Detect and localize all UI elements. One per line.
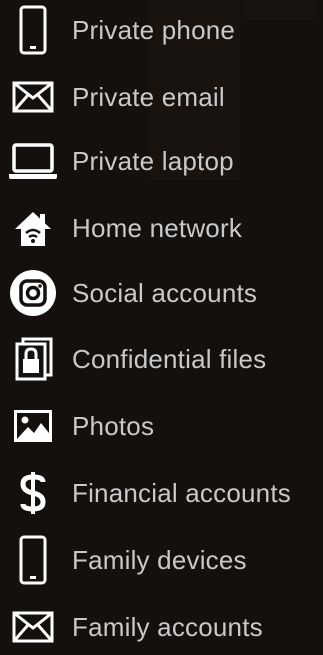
photo-icon [8,401,58,451]
list-item-confidential-files: Confidential files [0,331,323,387]
home-wifi-icon [8,203,58,253]
item-label: Private email [72,81,225,112]
list-item-private-email: Private email [0,69,323,125]
list-item-family-devices: Family devices [0,532,323,588]
item-label: Financial accounts [72,477,291,508]
list-item-social-accounts: Social accounts [0,265,323,321]
item-label: Social accounts [72,277,258,308]
laptop-icon [8,136,58,186]
locked-files-icon [8,334,58,384]
phone-icon [8,535,58,585]
item-label: Home network [72,212,243,243]
list-item-photos: Photos [0,398,323,454]
envelope-icon [8,602,58,652]
item-label: Family accounts [72,611,263,642]
list-item-private-phone: Private phone [0,2,323,58]
item-label: Confidential files [72,343,267,374]
list-item-financial-accounts: Financial accounts [0,465,323,521]
list-item-family-accounts: Family accounts [0,599,323,655]
item-label: Private phone [72,14,236,45]
item-label: Photos [72,410,155,441]
instagram-icon [8,268,58,318]
phone-icon [8,5,58,55]
item-label: Family devices [72,544,247,575]
envelope-icon [8,72,58,122]
dollar-icon [8,468,58,518]
item-label: Private laptop [72,145,234,176]
list-item-home-network: Home network [0,200,323,256]
list-item-private-laptop: Private laptop [0,133,323,189]
